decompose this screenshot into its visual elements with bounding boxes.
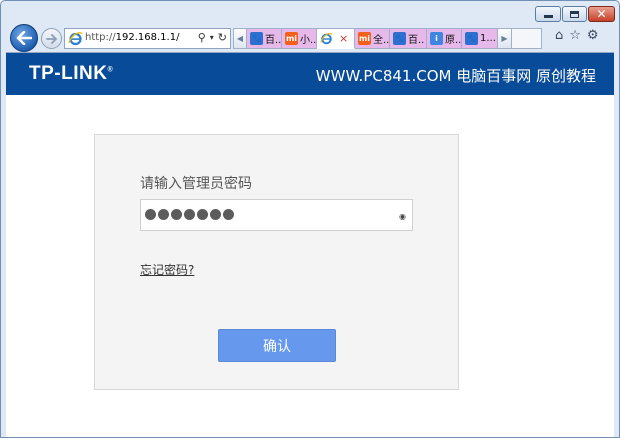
refresh-icon[interactable]: ↻ <box>218 31 227 44</box>
tab-label: 小.. <box>300 35 317 46</box>
tab-label: 原.. <box>445 35 462 46</box>
tab-label: 全.. <box>373 35 390 46</box>
browser-window: ✕ http://192.168.1.1/ ⚲ ▾ ↻ ◀ 🐾 百.. mi 小… <box>0 0 620 438</box>
ie-icon <box>68 32 83 46</box>
tab-6[interactable]: i 原.. <box>427 28 462 49</box>
close-tab-icon[interactable]: × <box>339 32 348 45</box>
password-dot <box>223 209 234 220</box>
mi-icon: mi <box>285 32 298 45</box>
gear-icon[interactable]: ⚙ <box>587 28 599 43</box>
password-dot <box>171 209 182 220</box>
tab-scroll-left[interactable]: ◀ <box>233 28 247 49</box>
info-icon: i <box>430 32 443 45</box>
address-url: http://192.168.1.1/ <box>85 32 180 43</box>
password-input[interactable]: ◉ <box>140 199 413 231</box>
password-mask <box>145 209 234 220</box>
paw-icon: 🐾 <box>465 32 478 45</box>
confirm-button[interactable]: 确认 <box>218 329 336 362</box>
tp-link-logo: TP-LINK® <box>29 63 114 84</box>
login-panel: 请输入管理员密码 ◉ 忘记密码? 确认 <box>94 134 459 390</box>
password-dot <box>158 209 169 220</box>
favorites-star-icon[interactable]: ☆ <box>569 28 581 43</box>
password-dot <box>197 209 208 220</box>
back-button[interactable] <box>10 24 38 52</box>
tab-strip: ◀ 🐾 百.. mi 小.. × mi 全.. 🐾 百.. i 原.. 🐾 1.… <box>233 28 542 50</box>
paw-icon: 🐾 <box>393 32 406 45</box>
dropdown-icon[interactable]: ▾ <box>210 33 214 44</box>
tab-2[interactable]: mi 小.. <box>282 28 317 49</box>
tab-scroll-right[interactable]: ▶ <box>498 28 512 49</box>
home-icon[interactable]: ⌂ <box>555 28 563 43</box>
ie-icon <box>320 32 333 45</box>
tab-7[interactable]: 🐾 1... <box>462 28 498 49</box>
maximize-button[interactable] <box>562 6 587 22</box>
new-tab-button[interactable] <box>512 28 542 49</box>
tab-label: 百.. <box>265 35 282 46</box>
minimize-button[interactable] <box>535 6 561 22</box>
forgot-password-link[interactable]: 忘记密码? <box>140 261 194 278</box>
site-label: WWW.PC841.COM 电脑百事网 原创教程 <box>315 67 596 85</box>
password-prompt: 请输入管理员密码 <box>140 176 252 192</box>
forward-button[interactable] <box>41 28 62 49</box>
header-banner: TP-LINK® WWW.PC841.COM 电脑百事网 原创教程 <box>6 53 614 95</box>
password-dot <box>184 209 195 220</box>
arrow-right-icon <box>45 33 57 44</box>
tab-4[interactable]: mi 全.. <box>355 28 390 49</box>
tab-5[interactable]: 🐾 百.. <box>390 28 427 49</box>
password-dot <box>210 209 221 220</box>
tab-label: 1... <box>480 33 496 44</box>
arrow-left-icon <box>16 31 32 45</box>
mi-icon: mi <box>358 32 371 45</box>
tab-1[interactable]: 🐾 百.. <box>247 28 282 49</box>
search-icon[interactable]: ⚲ <box>198 31 206 44</box>
close-window-button[interactable]: ✕ <box>588 6 615 22</box>
address-bar[interactable]: http://192.168.1.1/ ⚲ ▾ ↻ <box>64 28 231 49</box>
page-viewport: TP-LINK® WWW.PC841.COM 电脑百事网 原创教程 请输入管理员… <box>6 52 614 437</box>
tab-label: 百.. <box>408 35 425 46</box>
password-dot <box>145 209 156 220</box>
show-password-icon[interactable]: ◉ <box>399 212 406 221</box>
paw-icon: 🐾 <box>250 32 263 45</box>
tab-active[interactable]: × <box>317 28 355 49</box>
